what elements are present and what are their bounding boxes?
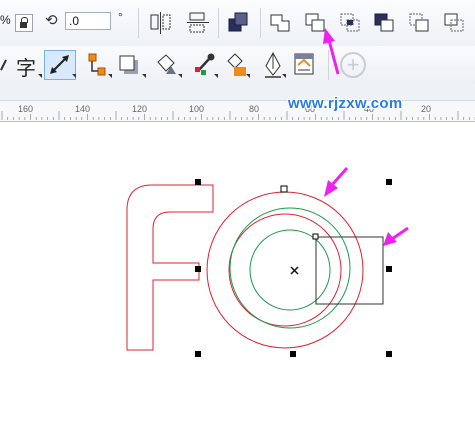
rotation-angle-input[interactable] [65,12,111,30]
annotation-arrow [383,226,409,246]
dimension-tool-icon [50,55,69,74]
center-marker-icon [290,266,299,275]
selection-handles[interactable] [195,179,392,357]
mirror-horizontal-icon [150,12,171,34]
simplify-icon [374,13,394,32]
object-properties-icon[interactable] [292,51,318,79]
simplify-button[interactable] [372,10,398,36]
property-bar: % ⟲ ° [0,0,475,47]
lock-ratio-button[interactable] [15,14,33,32]
ruler-label: 140 [75,104,91,114]
annotation-arrow [323,28,340,75]
drop-shadow-tool-icon[interactable] [118,52,144,78]
combine-button[interactable] [226,10,252,36]
toolbar-bottom-strip [0,84,475,100]
ruler-label: 100 [189,104,205,114]
green-circle-inner[interactable] [249,229,331,311]
separator [260,8,261,38]
front-minus-back-button[interactable] [407,10,433,36]
flyout-arrow-icon [246,74,250,78]
horizontal-ruler[interactable]: 160 140 120 100 80 60 40 20 [0,100,475,122]
freehand-tool-icon[interactable] [0,56,8,72]
separator [218,8,219,38]
weld-icon [270,14,290,32]
flyout-arrow-icon [178,74,182,78]
flyout-arrow-icon [214,74,218,78]
combine-icon [228,12,248,32]
mirror-vertical-button[interactable] [185,10,211,36]
flyout-arrow-icon [142,74,146,78]
degree-symbol: ° [118,10,123,24]
mirror-vertical-icon [187,12,209,33]
flyout-arrow-icon [72,74,76,78]
ruler-label: 20 [421,104,432,114]
flyout-arrow-icon [282,74,286,78]
ruler-ticks [1,111,475,120]
fill-tool-icon[interactable] [154,52,180,78]
watermark: www.rjzxw.com [288,95,403,112]
ruler-label: 80 [249,104,260,114]
drawing-canvas[interactable] [0,121,475,425]
front-minus-back-icon [409,13,429,32]
ruler-label: 160 [18,104,34,114]
text-tool-icon[interactable]: 字 [16,52,36,81]
mirror-horizontal-button[interactable] [148,10,174,36]
separator [138,8,139,38]
rotation-icon: ⟲ [45,12,58,29]
flyout-arrow-icon [38,74,42,78]
flyout-arrow-icon [108,74,112,78]
connector-tool-icon[interactable] [86,52,110,78]
scale-percent-label: % [0,13,11,27]
annotation-arrow [324,167,349,197]
back-minus-front-icon [444,13,464,32]
toolbox-row: 字 + [0,46,475,85]
back-minus-front-button[interactable] [442,10,468,36]
weld-button[interactable] [268,10,294,36]
ruler-label: 120 [132,104,148,114]
